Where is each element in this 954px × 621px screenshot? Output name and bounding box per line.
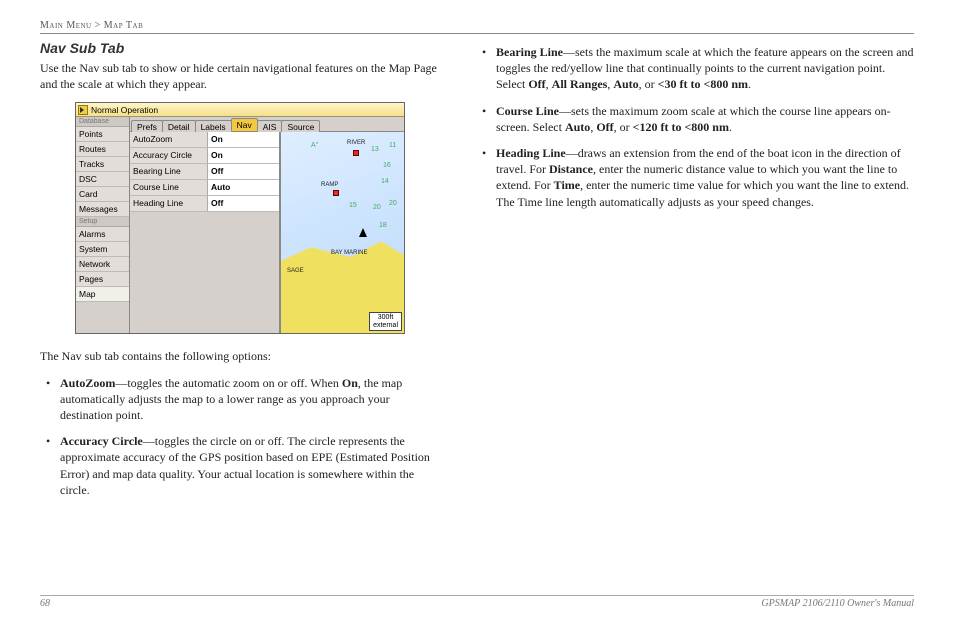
option-bearing-line[interactable]: Bearing Line Off [130,164,279,180]
boat-icon [359,228,367,237]
option-label: Bearing Line [130,164,208,179]
option-label: Accuracy Circle [130,148,208,163]
sidebar: Database Points Routes Tracks DSC Card M… [76,117,130,333]
section-title: Nav Sub Tab [40,40,440,56]
bullet-autozoom: AutoZoom—toggles the automatic zoom on o… [60,375,440,424]
bullet-term: Accuracy Circle [60,434,143,448]
sidebar-item-points[interactable]: Points [76,127,129,142]
sidebar-header-setup: Setup [76,217,129,227]
map-preview[interactable]: RIVER RAMP SAGE BAY MARINE A" 13 11 16 1… [280,132,404,333]
bullet-term: Course Line [496,104,559,118]
option-value[interactable]: Off [208,196,279,211]
sidebar-item-dsc[interactable]: DSC [76,172,129,187]
tab-labels[interactable]: Labels [195,120,232,132]
tab-nav[interactable]: Nav [231,118,258,131]
breadcrumb-right: Map Tab [104,20,144,31]
sidebar-item-tracks[interactable]: Tracks [76,157,129,172]
left-bullet-list: AutoZoom—toggles the automatic zoom on o… [40,375,440,498]
bullet-heading-line: Heading Line—draws an extension from the… [496,145,914,210]
sidebar-item-alarms[interactable]: Alarms [76,227,129,242]
bullet-term: Heading Line [496,146,566,160]
bullet-course-line: Course Line—sets the maximum zoom scale … [496,103,914,135]
options-intro: The Nav sub tab contains the following o… [40,348,440,364]
tab-ais[interactable]: AIS [257,120,283,132]
right-bullet-list: Bearing Line—sets the maximum scale at w… [476,44,914,210]
tab-prefs[interactable]: Prefs [131,120,163,132]
map-marker-icon [353,150,359,156]
map-label-ramp: RAMP [321,182,338,188]
sidebar-item-card[interactable]: Card [76,187,129,202]
tab-row: Prefs Detail Labels Nav AIS Source [130,117,404,132]
option-value[interactable]: Off [208,164,279,179]
breadcrumb: Main Menu > Map Tab [40,20,914,34]
window-title: Normal Operation [91,105,158,115]
option-value[interactable]: On [208,148,279,163]
option-course-line[interactable]: Course Line Auto [130,180,279,196]
breadcrumb-sep: > [95,20,101,31]
option-heading-line[interactable]: Heading Line Off [130,196,279,212]
embedded-screenshot: Normal Operation Database Points Routes … [75,102,405,334]
sidebar-header-database: Database [76,117,129,127]
tab-source[interactable]: Source [281,120,320,132]
option-value[interactable]: On [208,132,279,147]
sidebar-item-pages[interactable]: Pages [76,272,129,287]
map-label-sage: SAGE [287,268,304,274]
intro-paragraph: Use the Nav sub tab to show or hide cert… [40,60,440,92]
sidebar-item-system[interactable]: System [76,242,129,257]
map-label-marine: BAY MARINE [331,250,367,256]
bullet-accuracy-circle: Accuracy Circle—toggles the circle on or… [60,433,440,498]
option-autozoom[interactable]: AutoZoom On [130,132,279,148]
map-scale-source: external [373,322,398,330]
option-label: Heading Line [130,196,208,211]
breadcrumb-left: Main Menu [40,20,92,31]
page-number: 68 [40,598,50,609]
option-accuracy-circle[interactable]: Accuracy Circle On [130,148,279,164]
page-footer: 68 GPSMAP 2106/2110 Owner's Manual [40,595,914,609]
option-value[interactable]: Auto [208,180,279,195]
map-marker-icon [333,190,339,196]
sidebar-item-network[interactable]: Network [76,257,129,272]
right-column: Bearing Line—sets the maximum scale at w… [476,40,914,508]
sidebar-item-routes[interactable]: Routes [76,142,129,157]
option-label: AutoZoom [130,132,208,147]
left-column: Nav Sub Tab Use the Nav sub tab to show … [40,40,440,508]
sidebar-item-map[interactable]: Map [76,287,129,302]
nav-options-panel: AutoZoom On Accuracy Circle On Bearing L… [130,132,280,333]
document-title: GPSMAP 2106/2110 Owner's Manual [761,598,914,609]
map-scale-box: 300ft external [369,312,402,331]
map-scale-distance: 300ft [373,314,398,322]
bullet-term: Bearing Line [496,45,563,59]
window-titlebar: Normal Operation [76,103,404,117]
option-label: Course Line [130,180,208,195]
app-icon [78,105,88,115]
bullet-term: AutoZoom [60,376,115,390]
tab-detail[interactable]: Detail [162,120,196,132]
bullet-bearing-line: Bearing Line—sets the maximum scale at w… [496,44,914,93]
map-label-river: RIVER [347,140,365,146]
sidebar-item-messages[interactable]: Messages [76,202,129,217]
